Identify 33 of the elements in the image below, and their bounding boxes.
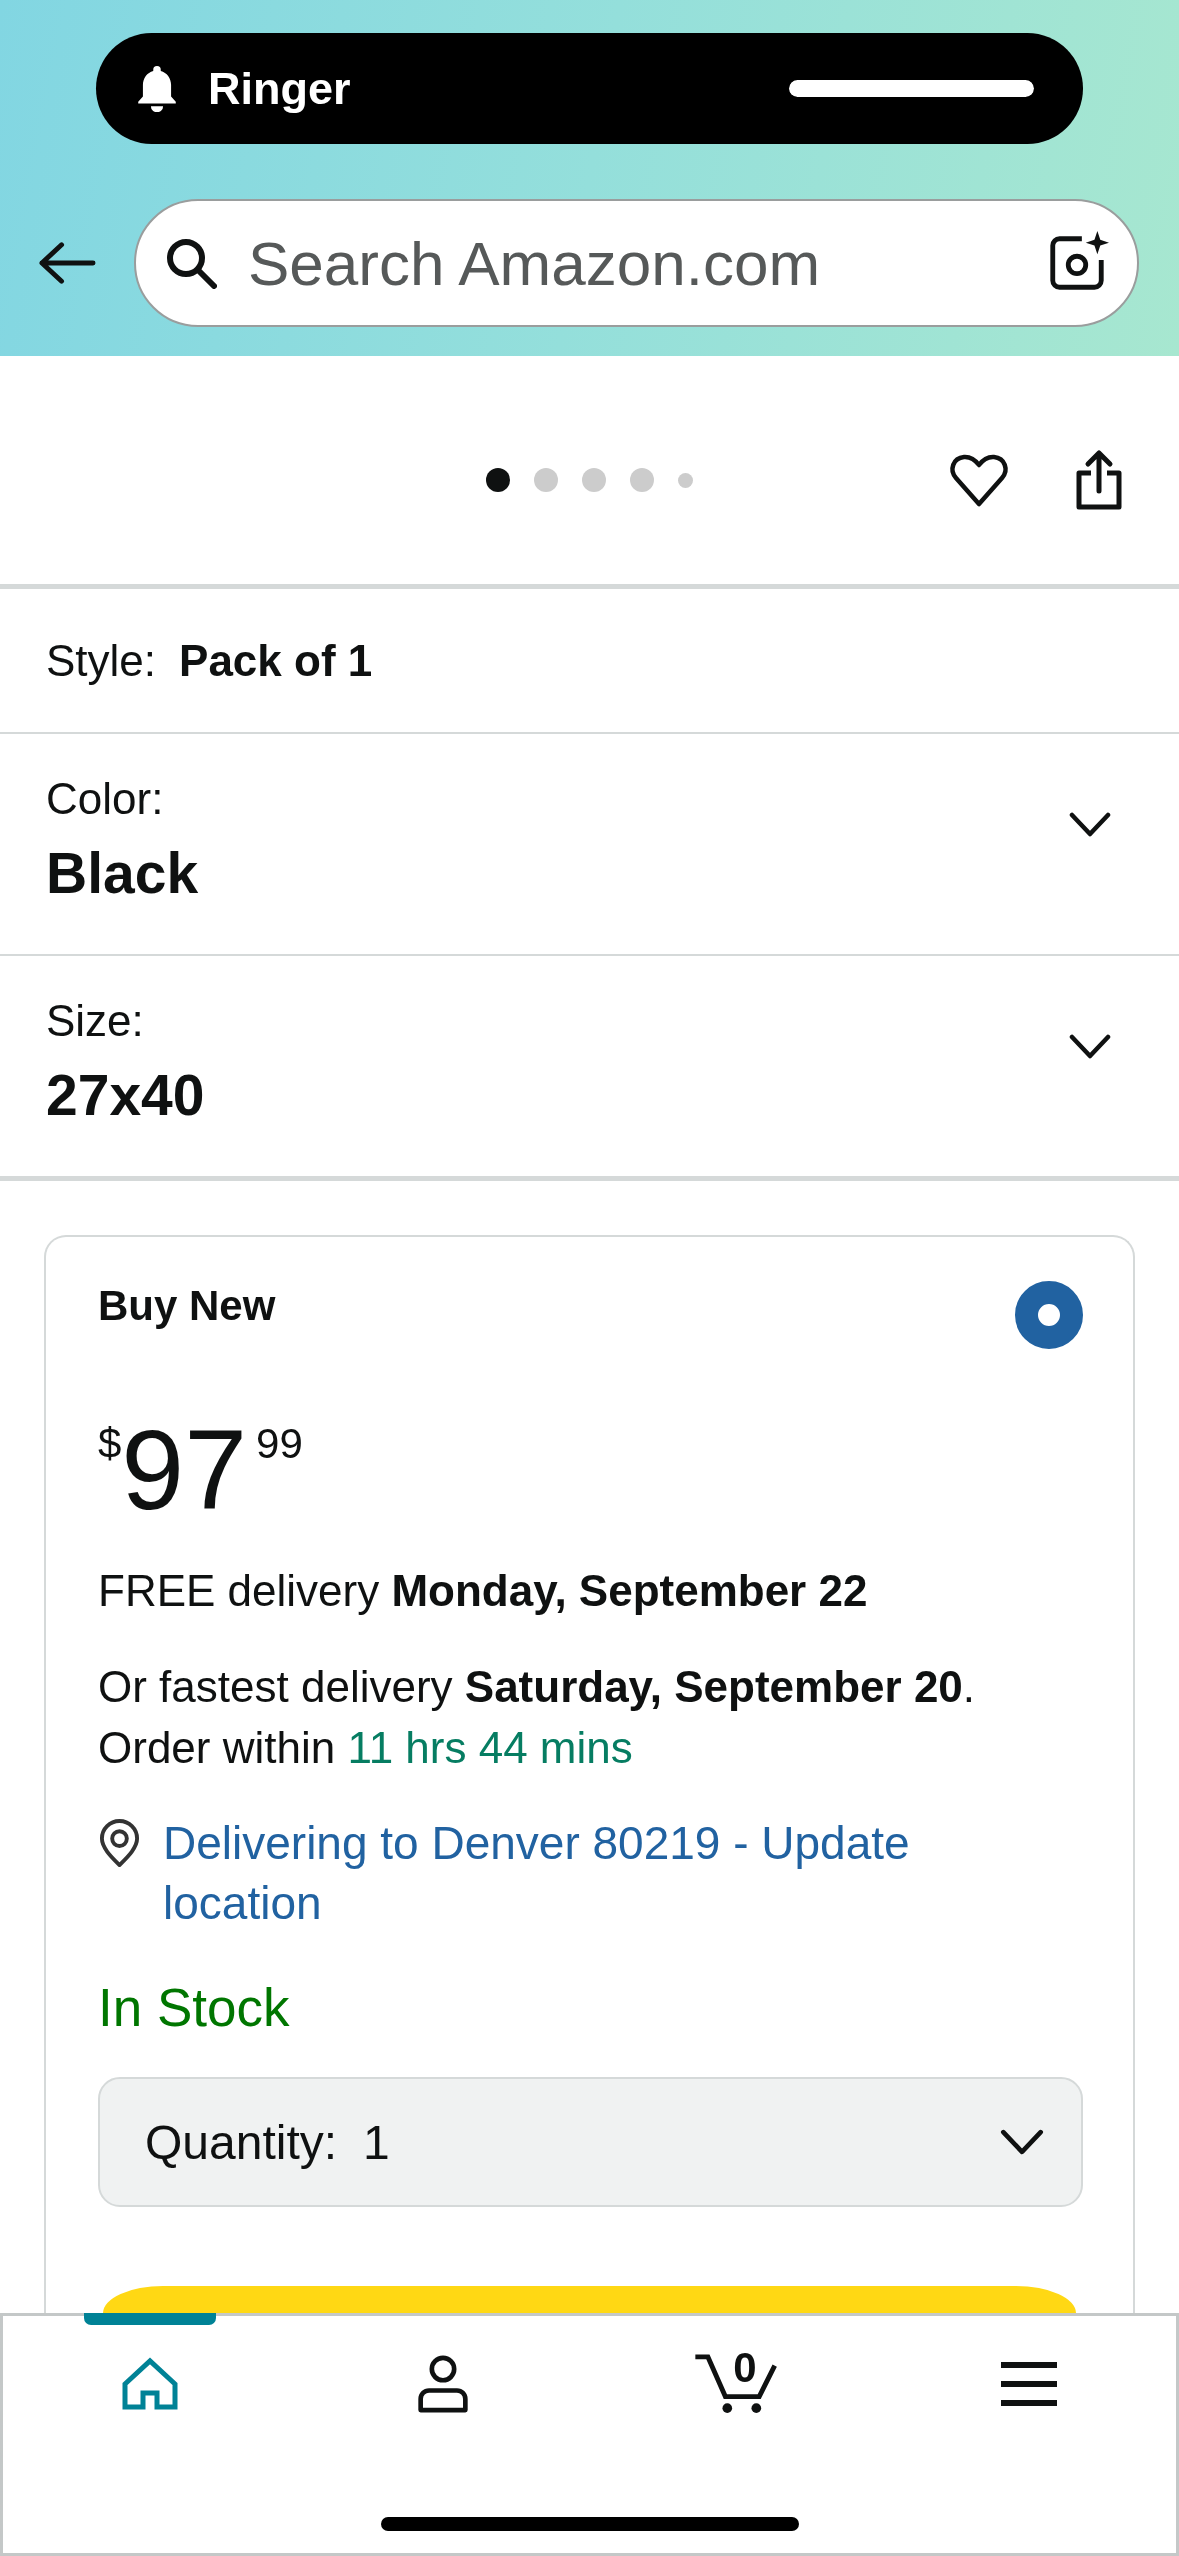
variation-label: Color: (46, 773, 165, 825)
back-button[interactable] (37, 241, 96, 285)
location-link[interactable]: Delivering to Denver 80219 - Update location (163, 1813, 1033, 1933)
wishlist-button[interactable] (948, 452, 1010, 508)
menu-icon (1001, 2362, 1058, 2406)
back-arrow-icon (37, 241, 96, 285)
chevron-down-icon[interactable] (1069, 1034, 1111, 1060)
person-icon (415, 2354, 470, 2414)
chevron-down-icon[interactable] (1069, 812, 1111, 838)
delivery-text: FREE delivery Monday, September 22 (98, 1565, 869, 1617)
cart-tab[interactable]: 0 (589, 2316, 883, 2456)
search-icon (165, 237, 217, 289)
heart-icon (948, 452, 1010, 508)
cart-count: 0 (733, 2347, 757, 2389)
search-input[interactable]: Search Amazon.com (248, 227, 1045, 299)
variation-value: Pack of 1 (179, 635, 373, 686)
ringer-label: Ringer (208, 62, 352, 115)
cart-icon (694, 2354, 779, 2414)
home-icon (120, 2357, 179, 2411)
bell-icon (138, 65, 176, 112)
fastest-delivery-text: Or fastest delivery Saturday, September 20. Order within 11 hrs 44 mins (98, 1661, 977, 1774)
variation-label: Size: (46, 995, 145, 1047)
variation-value: Black (46, 840, 199, 907)
search-field[interactable]: Search Amazon.com (134, 199, 1139, 327)
share-button[interactable] (1074, 449, 1124, 511)
chevron-down-icon (1000, 2128, 1044, 2156)
quantity-dropdown[interactable]: Quantity: 1 (98, 2077, 1083, 2207)
buy-option-title: Buy New (98, 1281, 276, 1331)
variation-label: Style: (46, 635, 157, 686)
variation-value: 27x40 (46, 1062, 205, 1129)
location-pin-icon (98, 1819, 141, 1868)
share-icon (1074, 449, 1124, 511)
stock-status: In Stock (98, 1977, 291, 2039)
